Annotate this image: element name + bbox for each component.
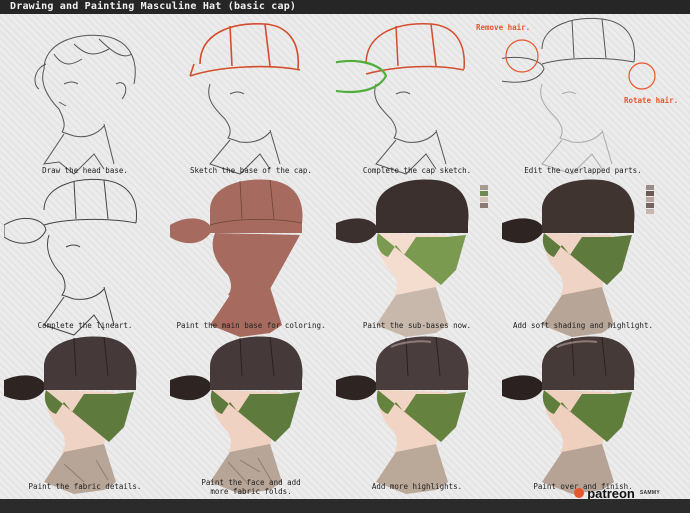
more-highlights <box>336 336 469 494</box>
step-caption: Add more highlights. <box>371 482 463 491</box>
step-panel-4: Remove hair. Rotate hair. Edit the overl… <box>476 14 678 180</box>
step-panel-2: Sketch the base of the cap. <box>170 14 332 180</box>
lineart-drawing <box>4 178 138 336</box>
step-panel-10: Paint the face and add more fabric folds… <box>170 332 332 498</box>
cap-complete-sketch <box>336 23 465 175</box>
step-panel-7: Paint the sub-bases now. <box>336 175 498 341</box>
step-panel-8: Add soft shading and highlight. <box>502 175 664 341</box>
color-swatch <box>646 209 654 214</box>
sub-bases-color <box>336 179 469 337</box>
face-and-folds <box>170 336 303 494</box>
brand-user: SAMMY <box>639 490 660 496</box>
step-caption: Sketch the base of the cap. <box>190 166 312 175</box>
artwork-page: Drawing and Painting Masculine Hat (basi… <box>0 0 690 513</box>
step-panel-3: Complete the cap sketch. <box>336 14 498 180</box>
step-caption: Add soft shading and highlight. <box>513 321 653 330</box>
bottom-bar <box>0 499 690 513</box>
step-panel-5: Complete the lineart. <box>4 175 166 341</box>
step-caption: Paint the face and add <box>201 478 301 487</box>
rotate-hair-note: Rotate hair. <box>624 96 679 105</box>
step-caption: Paint the fabric details. <box>28 482 142 491</box>
step-caption: Complete the cap sketch. <box>362 166 472 175</box>
page-title: Drawing and Painting Masculine Hat (basi… <box>10 1 297 12</box>
step-panel-12: Paint over and finish. <box>502 332 664 498</box>
title-bar: Drawing and Painting Masculine Hat (basi… <box>0 0 690 14</box>
step-panel-6: Paint the main base for coloring. <box>170 175 332 341</box>
step-caption: Draw the head base. <box>42 166 128 175</box>
color-swatch <box>646 185 654 190</box>
color-swatch <box>646 203 654 208</box>
step-caption-line2: more fabric folds. <box>210 487 292 496</box>
step-caption: Paint the sub-bases now. <box>362 321 472 330</box>
fabric-details <box>4 336 137 494</box>
color-swatch <box>646 191 654 196</box>
step-panel-9: Paint the fabric details. <box>4 332 166 498</box>
cap-base-sketch <box>189 23 301 175</box>
main-base-color <box>170 179 303 337</box>
step-caption: Paint the main base for coloring. <box>176 321 326 330</box>
final-paintover <box>502 336 635 494</box>
step-caption: Complete the lineart. <box>37 321 133 330</box>
color-swatch <box>480 203 488 208</box>
patreon-brand: patreon SAMMY <box>574 486 660 501</box>
color-swatch <box>480 185 488 190</box>
color-swatch <box>646 197 654 202</box>
step-panel-11: Add more highlights. <box>336 332 498 498</box>
head-base-sketch <box>34 34 136 175</box>
step-panel-1: Draw the head base. <box>4 14 166 180</box>
color-swatch <box>480 191 488 196</box>
soft-shading <box>502 179 635 337</box>
patreon-logo-icon <box>574 488 585 498</box>
step-caption: Edit the overlapped parts. <box>524 166 642 175</box>
remove-hair-note: Remove hair. <box>476 23 531 32</box>
color-swatch <box>480 197 488 202</box>
